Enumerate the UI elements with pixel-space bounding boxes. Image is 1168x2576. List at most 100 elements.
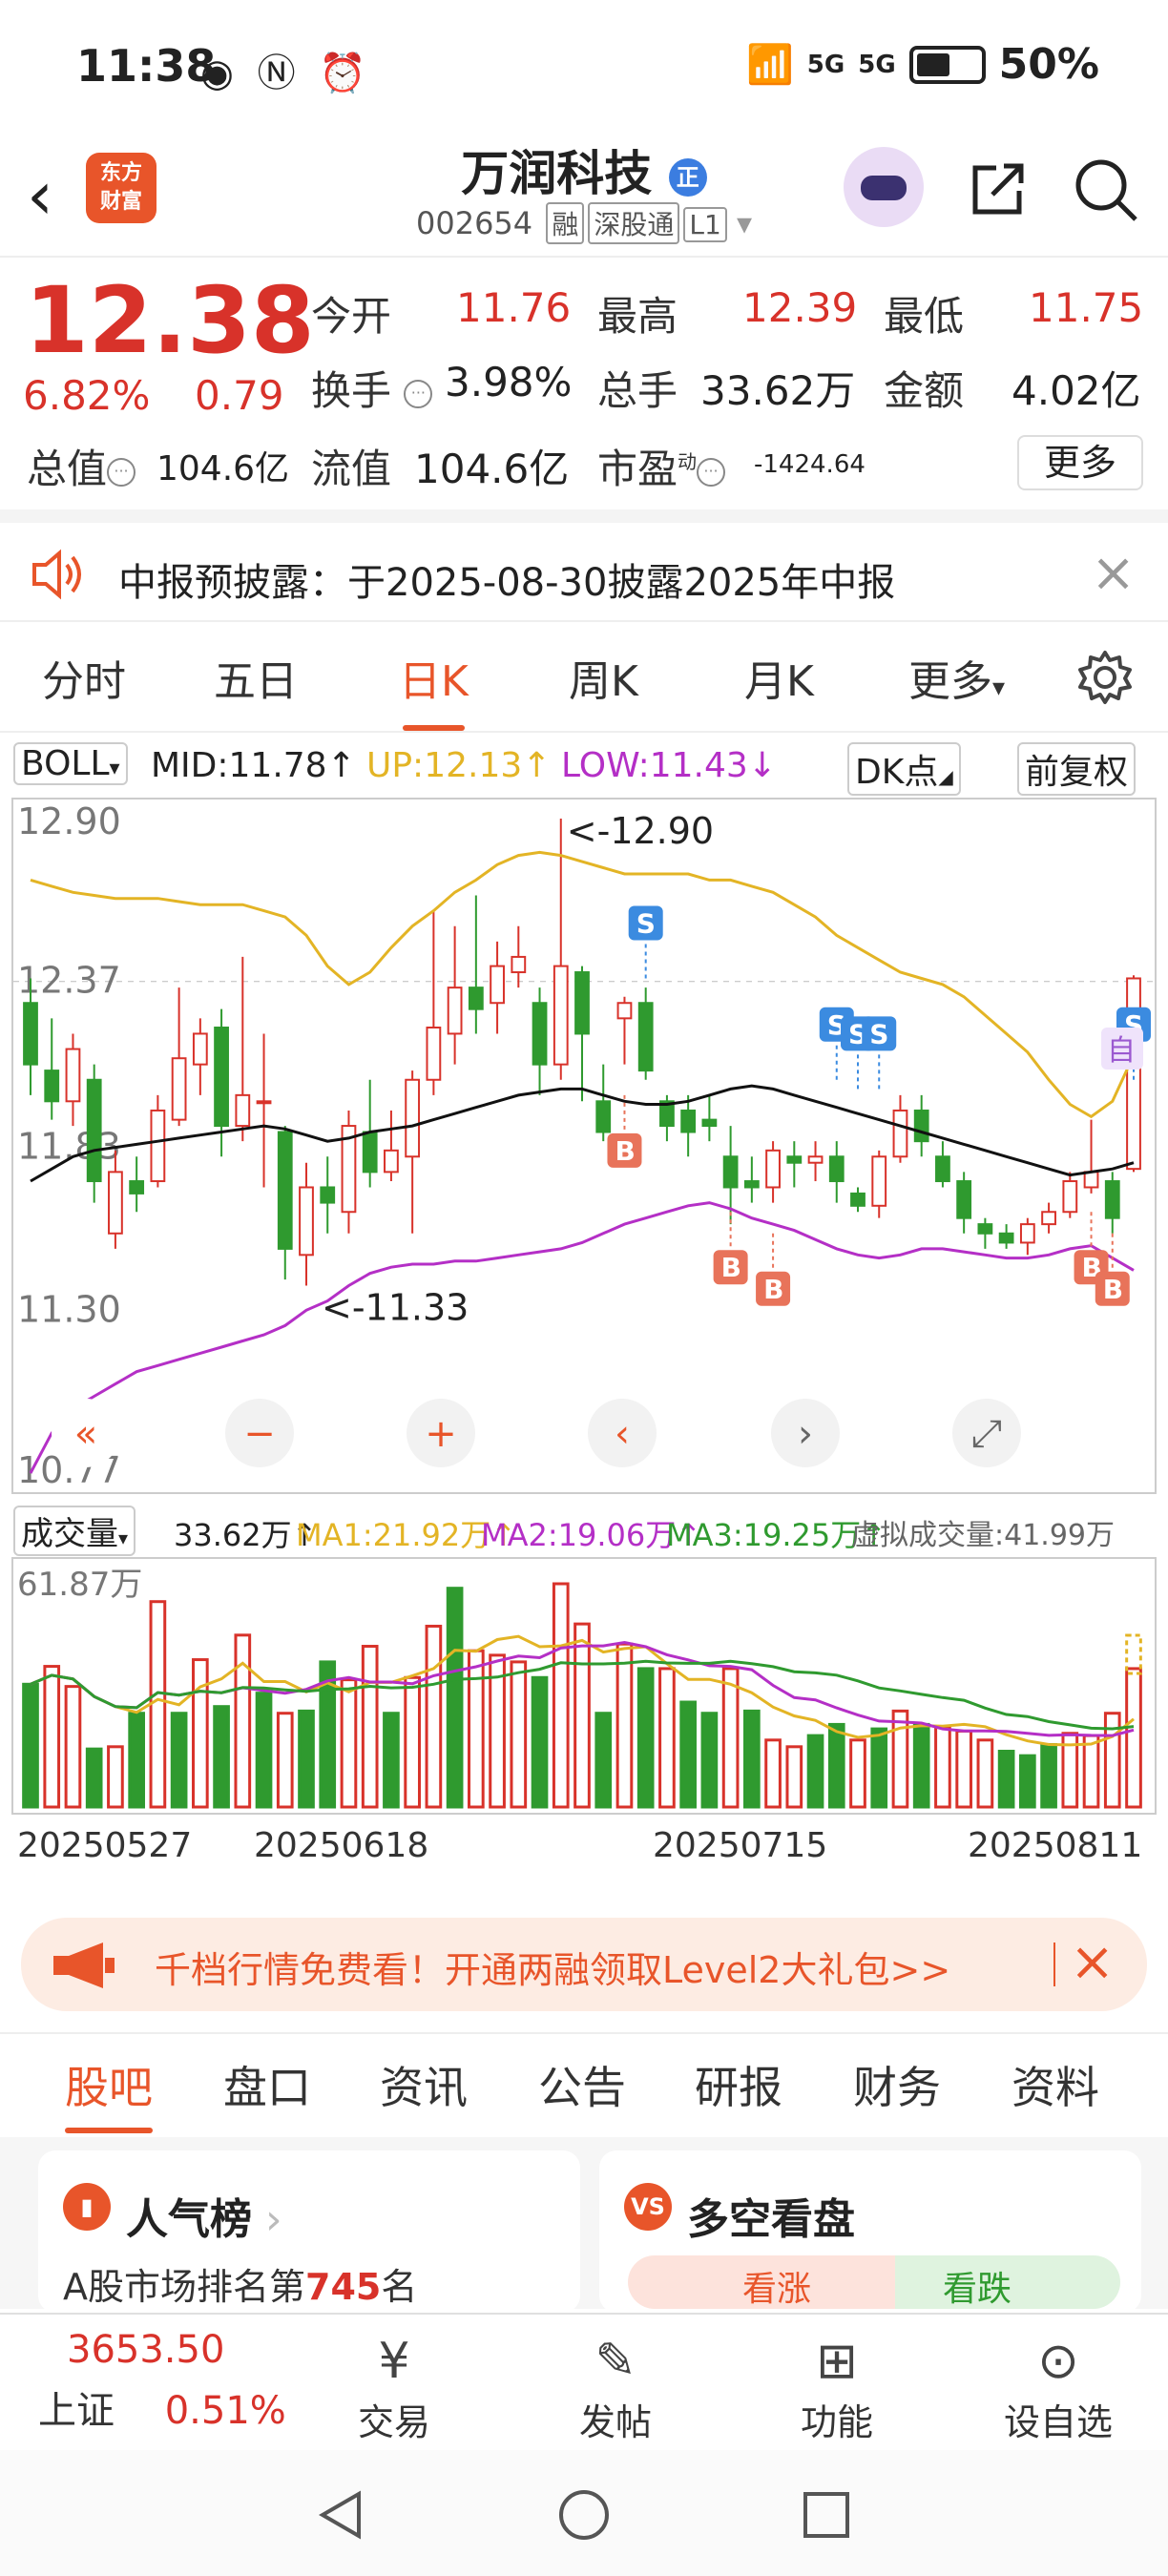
quote-panel: 12.38 6.82% 0.79 今开 11.76 最高 12.39 最低 11… [0,260,1168,509]
megaphone-icon [53,1942,115,1988]
chevron-down-icon: ▾ [992,674,1006,702]
more-button[interactable]: 更多 [1017,435,1143,490]
y-axis-label: 11.30 [17,1288,121,1330]
tab-forum[interactable]: 股吧 [65,2053,153,2133]
tab-research[interactable]: 研报 [695,2053,782,2116]
candle-body [256,1100,272,1105]
bar-chart-icon: ▮ [63,2183,111,2231]
candle-body [595,1100,612,1133]
index-widget[interactable]: 3653.50 上证 0.51% [38,2328,286,2435]
volume-bar [806,1734,824,1809]
dk-point-select[interactable]: DK点◢ [847,742,961,796]
search-icon[interactable] [1073,156,1139,223]
volume-bar [997,1750,1015,1809]
change-percent: 6.82% [23,372,151,419]
battery-level: 50% [998,40,1099,89]
sell-signal-label: S [636,907,656,939]
popularity-card[interactable]: ▮ 人气榜 › A股市场排名第745名 [38,2150,580,2313]
date-label: 20250527 [17,1826,193,1865]
tab-news[interactable]: 资讯 [380,2053,468,2116]
period-tabs: 分时 五日 日K 周K 月K 更多▾ [0,622,1168,733]
volume-chart[interactable]: 61.87万 [11,1557,1157,1815]
candle-body [171,1057,187,1121]
tab-announcements[interactable]: 公告 [538,2053,626,2116]
adjust-select[interactable]: 前复权 [1017,742,1137,796]
y-axis-label: 12.90 [17,800,121,842]
battery-icon [908,45,986,84]
recents-square-icon[interactable] [802,2490,851,2540]
bull-bear-title: 多空看盘 [687,2195,855,2244]
sell-signal-label: S [869,1018,888,1049]
bull-bear-card[interactable]: VS 多空看盘 看涨 看跌 [599,2150,1141,2313]
change-amount: 0.79 [195,372,284,419]
candle-body [277,1131,293,1250]
status-bar: 11:38 ◉ Ⓝ ⏰ 📶 5G 5G 50% [0,0,1168,134]
volume-bar [404,1675,421,1809]
stock-header: ‹ 东方 财富 万润科技 正 002654 融深股通 L1 ▾ [0,134,1168,258]
nav-add-watchlist[interactable]: ⊙ 设自选 [987,2330,1130,2445]
system-nav [0,2450,1168,2576]
tab-weekly-k[interactable]: 周K [569,647,638,708]
tab-more[interactable]: 更多▾ [908,647,1005,708]
close-icon[interactable]: × [1091,542,1136,604]
back-triangle-icon[interactable] [315,2488,366,2542]
kline-chart[interactable]: 12.90 12.37 11.83 11.30 10.77 <-12.90 <-11.33 B… [11,798,1157,1494]
volume-bar [891,1709,909,1809]
candle-body [384,1149,399,1174]
divider [1053,1942,1055,1986]
volume-value: 33.62万 [700,367,856,414]
tab-monthly-k[interactable]: 月K [744,647,814,708]
virtual-volume: 虚拟成交量:41.99万 [851,1519,1115,1552]
home-circle-icon[interactable] [557,2488,611,2542]
kline-svg[interactable]: 12.9012.3711.8311.3010.77<-12.90<-11.33B… [13,800,1155,1492]
tab-profile[interactable]: 资料 [1012,2053,1099,2116]
float-label: 流值 [311,446,392,492]
volume-select[interactable]: 成交量▾ [13,1506,136,1556]
volume-bar [128,1712,145,1809]
volume-bar [149,1600,167,1809]
grid-icon: ⊞ [816,2333,858,2390]
share-icon[interactable] [968,156,1031,219]
date-label: 20250811 [968,1826,1143,1865]
candle-body [998,1232,1014,1244]
tab-daily-k[interactable]: 日K [399,647,469,731]
nfc-icon: Ⓝ [257,52,302,95]
vote-up-button[interactable]: 看涨 [628,2255,895,2309]
volume-bar [64,1685,82,1809]
volume-bar [22,1682,39,1809]
candle-body [150,1109,166,1183]
candle-body [86,1078,102,1183]
volume-svg[interactable]: 61.87万 [13,1559,1155,1813]
buy-signal-label: B [615,1135,635,1167]
candle-body [956,1180,972,1219]
index-name: 上证 [38,2389,115,2433]
volume-bar [934,1725,951,1809]
volume-bar [615,1642,634,1809]
volume-bar [1125,1667,1142,1809]
candle-body [977,1223,993,1235]
vote-down-button[interactable]: 看跌 [895,2255,1120,2309]
popularity-rank: A股市场排名第745名 [63,2266,418,2308]
chevron-down-icon[interactable]: ▾ [737,205,752,241]
high-annotation: <-12.90 [567,810,714,852]
ai-assistant-icon[interactable] [844,147,924,227]
notice-bar[interactable]: 中报预披露：于2025-08-30披露2025年中报 × [0,509,1168,622]
nav-functions[interactable]: ⊞ 功能 [765,2330,908,2445]
tab-orderbook[interactable]: 盘口 [223,2053,311,2116]
info-icon[interactable]: ··· [107,457,136,487]
volume-bar [764,1738,782,1809]
info-icon[interactable]: ··· [697,457,726,487]
notice-text: 中报预披露：于2025-08-30披露2025年中报 [118,561,896,605]
indicator-select[interactable]: BOLL▾ [13,742,128,785]
info-icon[interactable]: ··· [404,379,433,408]
tab-intraday[interactable]: 分时 [42,647,126,708]
tab-five-day[interactable]: 五日 [214,647,298,708]
volume-bar [700,1712,719,1809]
gear-icon[interactable] [1076,649,1134,706]
tab-financials[interactable]: 财务 [853,2053,941,2116]
candle-body [680,1109,697,1133]
nav-trade[interactable]: ¥ 交易 [323,2330,466,2445]
close-icon[interactable]: × [1070,1931,1115,1993]
nav-post[interactable]: ✎ 发帖 [544,2330,687,2445]
promo-banner[interactable]: 千档行情免费看！开通两融领取Level2大礼包>> × [21,1918,1147,2011]
